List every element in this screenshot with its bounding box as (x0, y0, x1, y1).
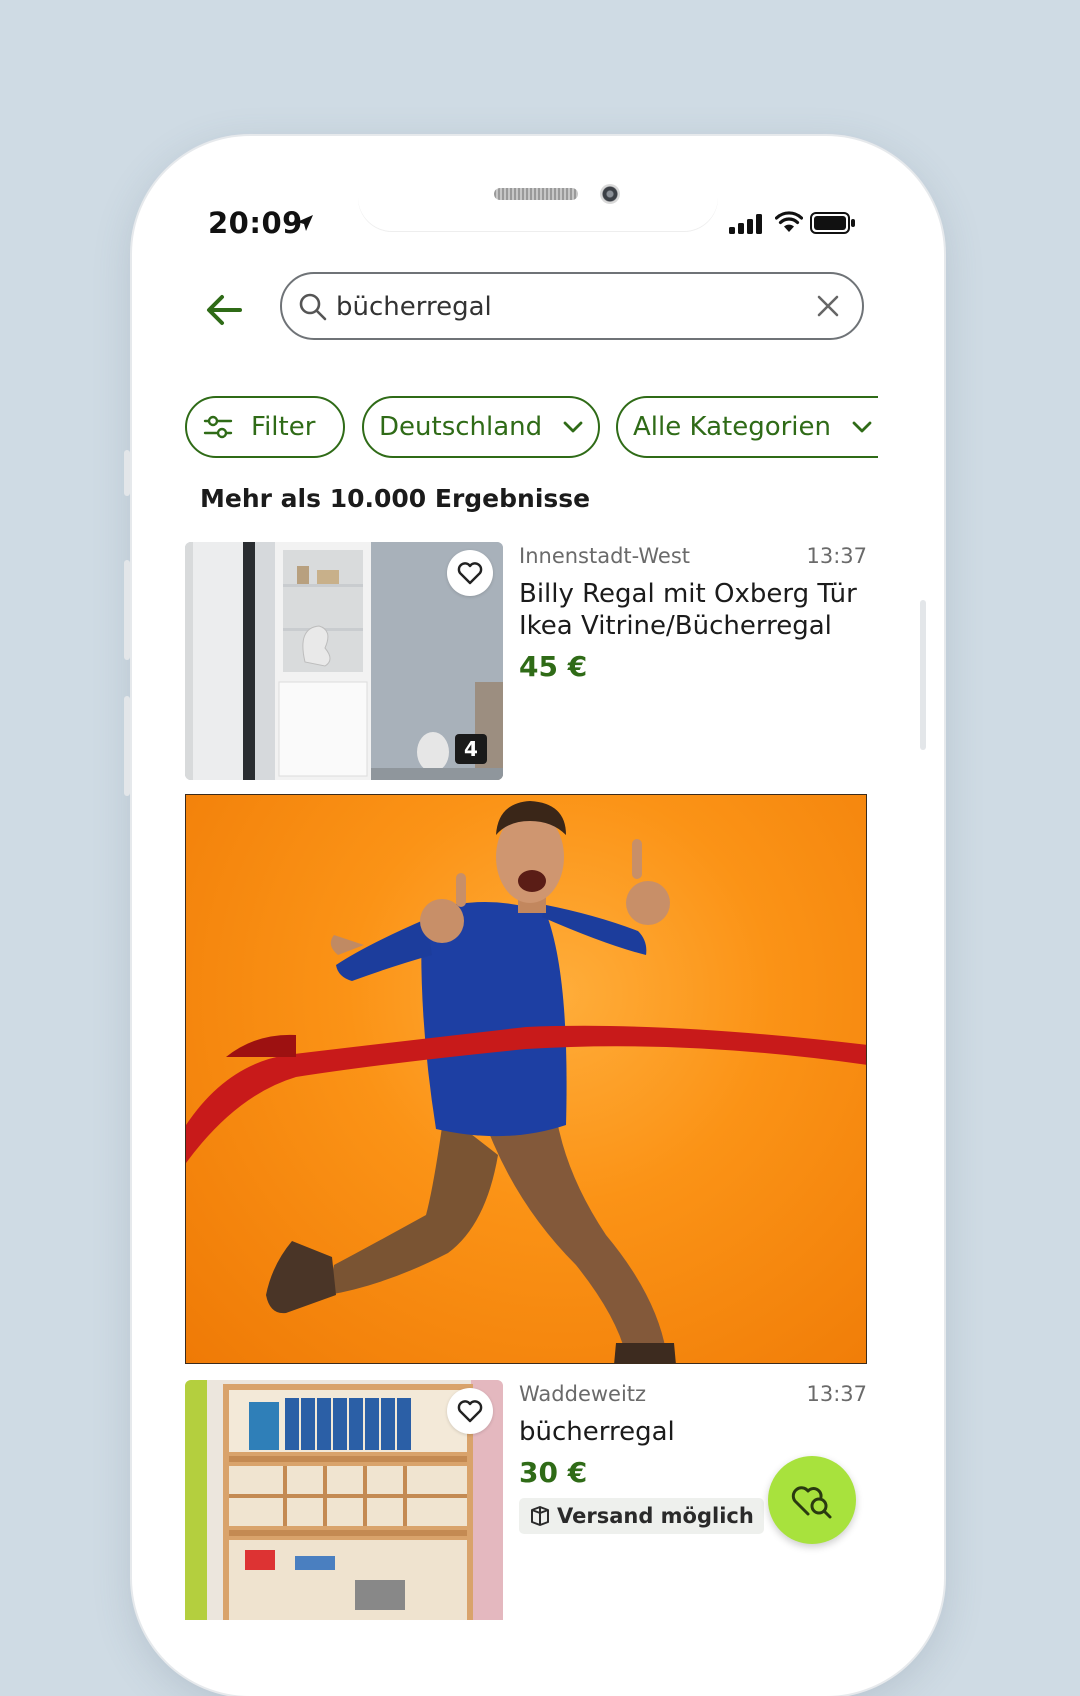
advertisement-banner[interactable] (185, 794, 867, 1364)
battery-icon (810, 212, 855, 234)
search-icon (299, 293, 327, 321)
app-screen: 20:09 bücherregal Filter Deutschland All… (178, 180, 896, 1640)
listing-title: bücherregal (519, 1417, 675, 1447)
status-time: 20:09 (208, 206, 303, 240)
location-chip-label: Deutschland (379, 412, 543, 442)
package-icon (531, 1506, 549, 1526)
chevron-down-icon (563, 421, 583, 433)
cellular-signal-icon (729, 214, 762, 234)
location-arrow-icon (297, 215, 313, 231)
sliders-icon (203, 415, 233, 439)
listing-card[interactable]: Waddeweitz 13:37 bücherregal 30 € Versan… (185, 1380, 867, 1620)
listing-location: Innenstadt-West (519, 544, 691, 568)
listing-price: 30 € (519, 1456, 588, 1489)
back-arrow-icon[interactable] (202, 288, 246, 332)
category-chip[interactable]: Alle Kategorien (616, 396, 878, 458)
listing-thumbnail[interactable]: 4 (185, 542, 503, 780)
listing-card[interactable]: 4 Innenstadt-West 13:37 Billy Regal mit … (185, 542, 867, 782)
results-count: Mehr als 10.000 Ergebnisse (200, 484, 591, 513)
listing-location: Waddeweitz (519, 1382, 647, 1406)
search-bar[interactable] (280, 272, 864, 340)
location-chip[interactable]: Deutschland (362, 396, 600, 458)
search-input[interactable] (334, 284, 798, 330)
status-bar: 20:09 (178, 202, 896, 242)
heart-icon (457, 562, 483, 585)
listing-price: 45 € (519, 650, 588, 683)
listing-title: Billy Regal mit Oxberg Tür Ikea Vitrine/… (519, 578, 859, 642)
phone-power-button (920, 600, 926, 750)
speaker-grille (494, 188, 578, 200)
listing-time: 13:37 (806, 544, 867, 568)
saved-search-button[interactable] (768, 1456, 856, 1544)
front-camera (600, 184, 620, 204)
heart-icon (457, 1400, 483, 1423)
ad-photo (186, 801, 866, 1363)
phone-volume-up-button (124, 560, 130, 660)
category-chip-label: Alle Kategorien (633, 412, 832, 442)
image-count-badge: 4 (455, 734, 487, 764)
phone-volume-down-button (124, 696, 130, 796)
filter-chip-label: Filter (251, 412, 316, 442)
chevron-down-icon (852, 421, 872, 433)
listing-title-line: Ikea Vitrine/Bücherregal (519, 611, 832, 641)
listing-thumbnail[interactable] (185, 1380, 503, 1620)
filter-chip[interactable]: Filter (185, 396, 345, 458)
listing-title-line: Billy Regal mit Oxberg Tür (519, 579, 857, 609)
listing-time: 13:37 (806, 1382, 867, 1406)
shipping-badge-label: Versand möglich (557, 1504, 754, 1528)
heart-search-icon (791, 1486, 832, 1519)
favorite-button[interactable] (447, 550, 493, 596)
phone-side-button (124, 450, 130, 496)
shipping-badge: Versand möglich (519, 1498, 764, 1534)
clear-search-icon[interactable] (816, 294, 840, 318)
wifi-icon (775, 211, 803, 232)
favorite-button[interactable] (447, 1388, 493, 1434)
